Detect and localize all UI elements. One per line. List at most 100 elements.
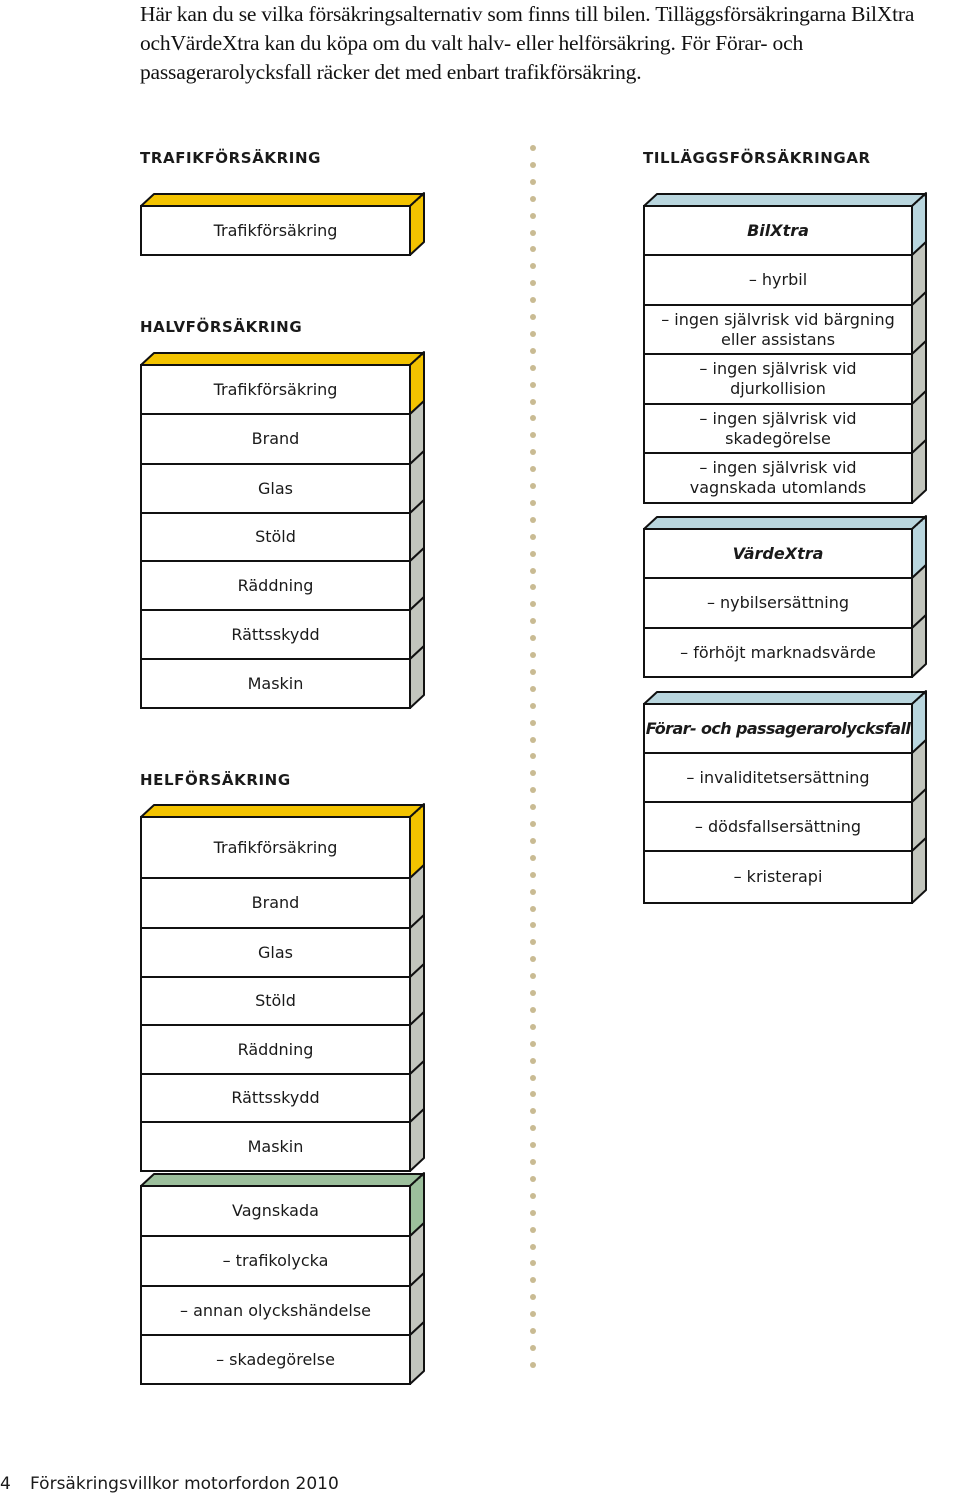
divider-dot	[530, 821, 536, 827]
divider-dot	[530, 533, 536, 540]
block-row-label: – skadegörelse	[216, 1349, 335, 1369]
divider-dot	[530, 652, 536, 658]
divider-dot	[530, 398, 536, 405]
divider-dot	[530, 1006, 536, 1013]
divider-dot	[530, 753, 536, 760]
divider-dot	[530, 330, 536, 337]
divider-dot	[530, 990, 536, 996]
divider-dot	[530, 1192, 536, 1199]
block-row-label: – invaliditetsersättning	[686, 767, 870, 787]
divider-dot	[530, 685, 536, 692]
block-row-label: Vagnskada	[232, 1201, 319, 1220]
divider-dot	[530, 770, 536, 777]
divider-dot	[530, 347, 536, 354]
dotted-divider	[530, 145, 538, 1375]
divider-dot	[530, 449, 536, 456]
divider-dot	[530, 1023, 536, 1030]
divider-dot	[530, 567, 536, 574]
block-row-label: Trafikförsäkring	[213, 220, 338, 240]
block-row-label: – förhöjt marknadsvärde	[680, 642, 876, 662]
block-row-label: Stöld	[255, 991, 296, 1010]
block-helforsakring: Trafikförsäkring Brand Glas Stöld Räddning Rä…	[140, 803, 425, 1172]
divider-dot	[530, 837, 536, 844]
block-row-label: Stöld	[255, 527, 296, 546]
block-top-cap	[140, 352, 425, 366]
block-row-label: – ingen självrisk vid djurkollision	[699, 359, 857, 398]
divider-dot	[530, 584, 536, 591]
divider-dot	[530, 550, 536, 557]
divider-dot	[530, 601, 536, 608]
block-row-label: Glas	[258, 942, 293, 962]
divider-dot	[530, 499, 536, 506]
heading-helforsakring: HELFÖRSÄKRING	[140, 771, 291, 789]
block-vagnskada: Vagnskada – trafikolycka – annan olyckshän…	[140, 1172, 425, 1385]
block-row-label: Rättsskydd	[231, 1088, 320, 1107]
block-row-label: – dödsfallsersättning	[694, 816, 862, 836]
block-trafikforsakring: Trafikförsäkring	[140, 192, 425, 256]
divider-dot	[530, 263, 536, 270]
divider-dot	[530, 618, 536, 625]
block-row-label: Räddning	[237, 1039, 314, 1059]
divider-dot	[530, 178, 536, 185]
page-number: 4	[0, 1474, 11, 1494]
block-vardextra: VärdeXtra – nybilsersättning – förhöjt mar…	[643, 515, 927, 678]
block-row-label: – kristerapi	[733, 867, 823, 886]
divider-dot	[530, 787, 536, 794]
divider-dot	[530, 871, 536, 878]
divider-dot	[530, 145, 536, 151]
divider-dot	[530, 1159, 536, 1165]
divider-dot	[530, 280, 536, 287]
divider-dot	[530, 1057, 536, 1064]
block-title: Förar- och passagerarolycksfall	[645, 718, 911, 738]
block-top-cap	[643, 691, 927, 705]
divider-dot	[530, 1142, 536, 1149]
divider-dot	[530, 297, 536, 304]
block-row-label: Rättsskydd	[231, 624, 320, 644]
block-row-label: – nybilsersättning	[706, 593, 850, 612]
divider-dot	[530, 956, 536, 963]
block-halvforsakring: Trafikförsäkring Brand Glas Stöld Räddning Rä…	[140, 351, 425, 709]
divider-dot	[530, 635, 536, 642]
block-row-label: Brand	[251, 429, 300, 448]
block-row-label: – trafikolycka	[222, 1251, 329, 1270]
divider-dot	[530, 973, 536, 980]
block-top-cap	[643, 516, 927, 530]
divider-dot	[530, 1040, 536, 1047]
block-row-label: Brand	[251, 893, 300, 912]
divider-dot	[530, 854, 536, 861]
divider-dot	[530, 195, 536, 202]
block-row-label: Maskin	[247, 673, 304, 693]
divider-dot	[530, 1294, 536, 1301]
block-row-label: – annan olyckshändelse	[179, 1300, 371, 1320]
block-top-cap	[140, 804, 425, 818]
divider-dot	[530, 364, 536, 371]
divider-dot	[530, 1328, 536, 1334]
divider-dot	[530, 229, 536, 236]
block-side-face	[911, 837, 927, 904]
block-top-cap	[140, 1173, 425, 1187]
document-title: Försäkringsvillkor motorfordon 2010	[30, 1474, 339, 1494]
block-row-label: Glas	[258, 478, 293, 498]
divider-dot	[530, 905, 536, 912]
block-row-label: – ingen självrisk vid vagnskada utomland…	[689, 458, 867, 497]
divider-dot	[530, 939, 536, 946]
divider-dot	[530, 516, 536, 523]
heading-halvforsakring: HALVFÖRSÄKRING	[140, 318, 303, 336]
block-row-label: Räddning	[237, 575, 314, 595]
block-row-label: Trafikförsäkring	[213, 837, 338, 857]
divider-dot	[530, 466, 536, 473]
block-top-cap	[140, 193, 425, 207]
divider-dot	[530, 1091, 536, 1098]
divider-dot	[530, 314, 536, 320]
divider-dot	[530, 1226, 536, 1233]
block-title: BilXtra	[747, 220, 809, 240]
divider-dot	[530, 212, 536, 219]
divider-dot	[530, 1277, 536, 1284]
block-title: VärdeXtra	[732, 543, 824, 563]
intro-paragraph: Här kan du se vilka försäkringsalternati…	[140, 2, 915, 84]
divider-dot	[530, 1209, 536, 1216]
divider-dot	[530, 888, 536, 895]
divider-dot	[530, 719, 536, 726]
divider-dot	[530, 483, 536, 489]
block-row-label: – ingen självrisk vid bärgning eller ass…	[661, 309, 895, 349]
